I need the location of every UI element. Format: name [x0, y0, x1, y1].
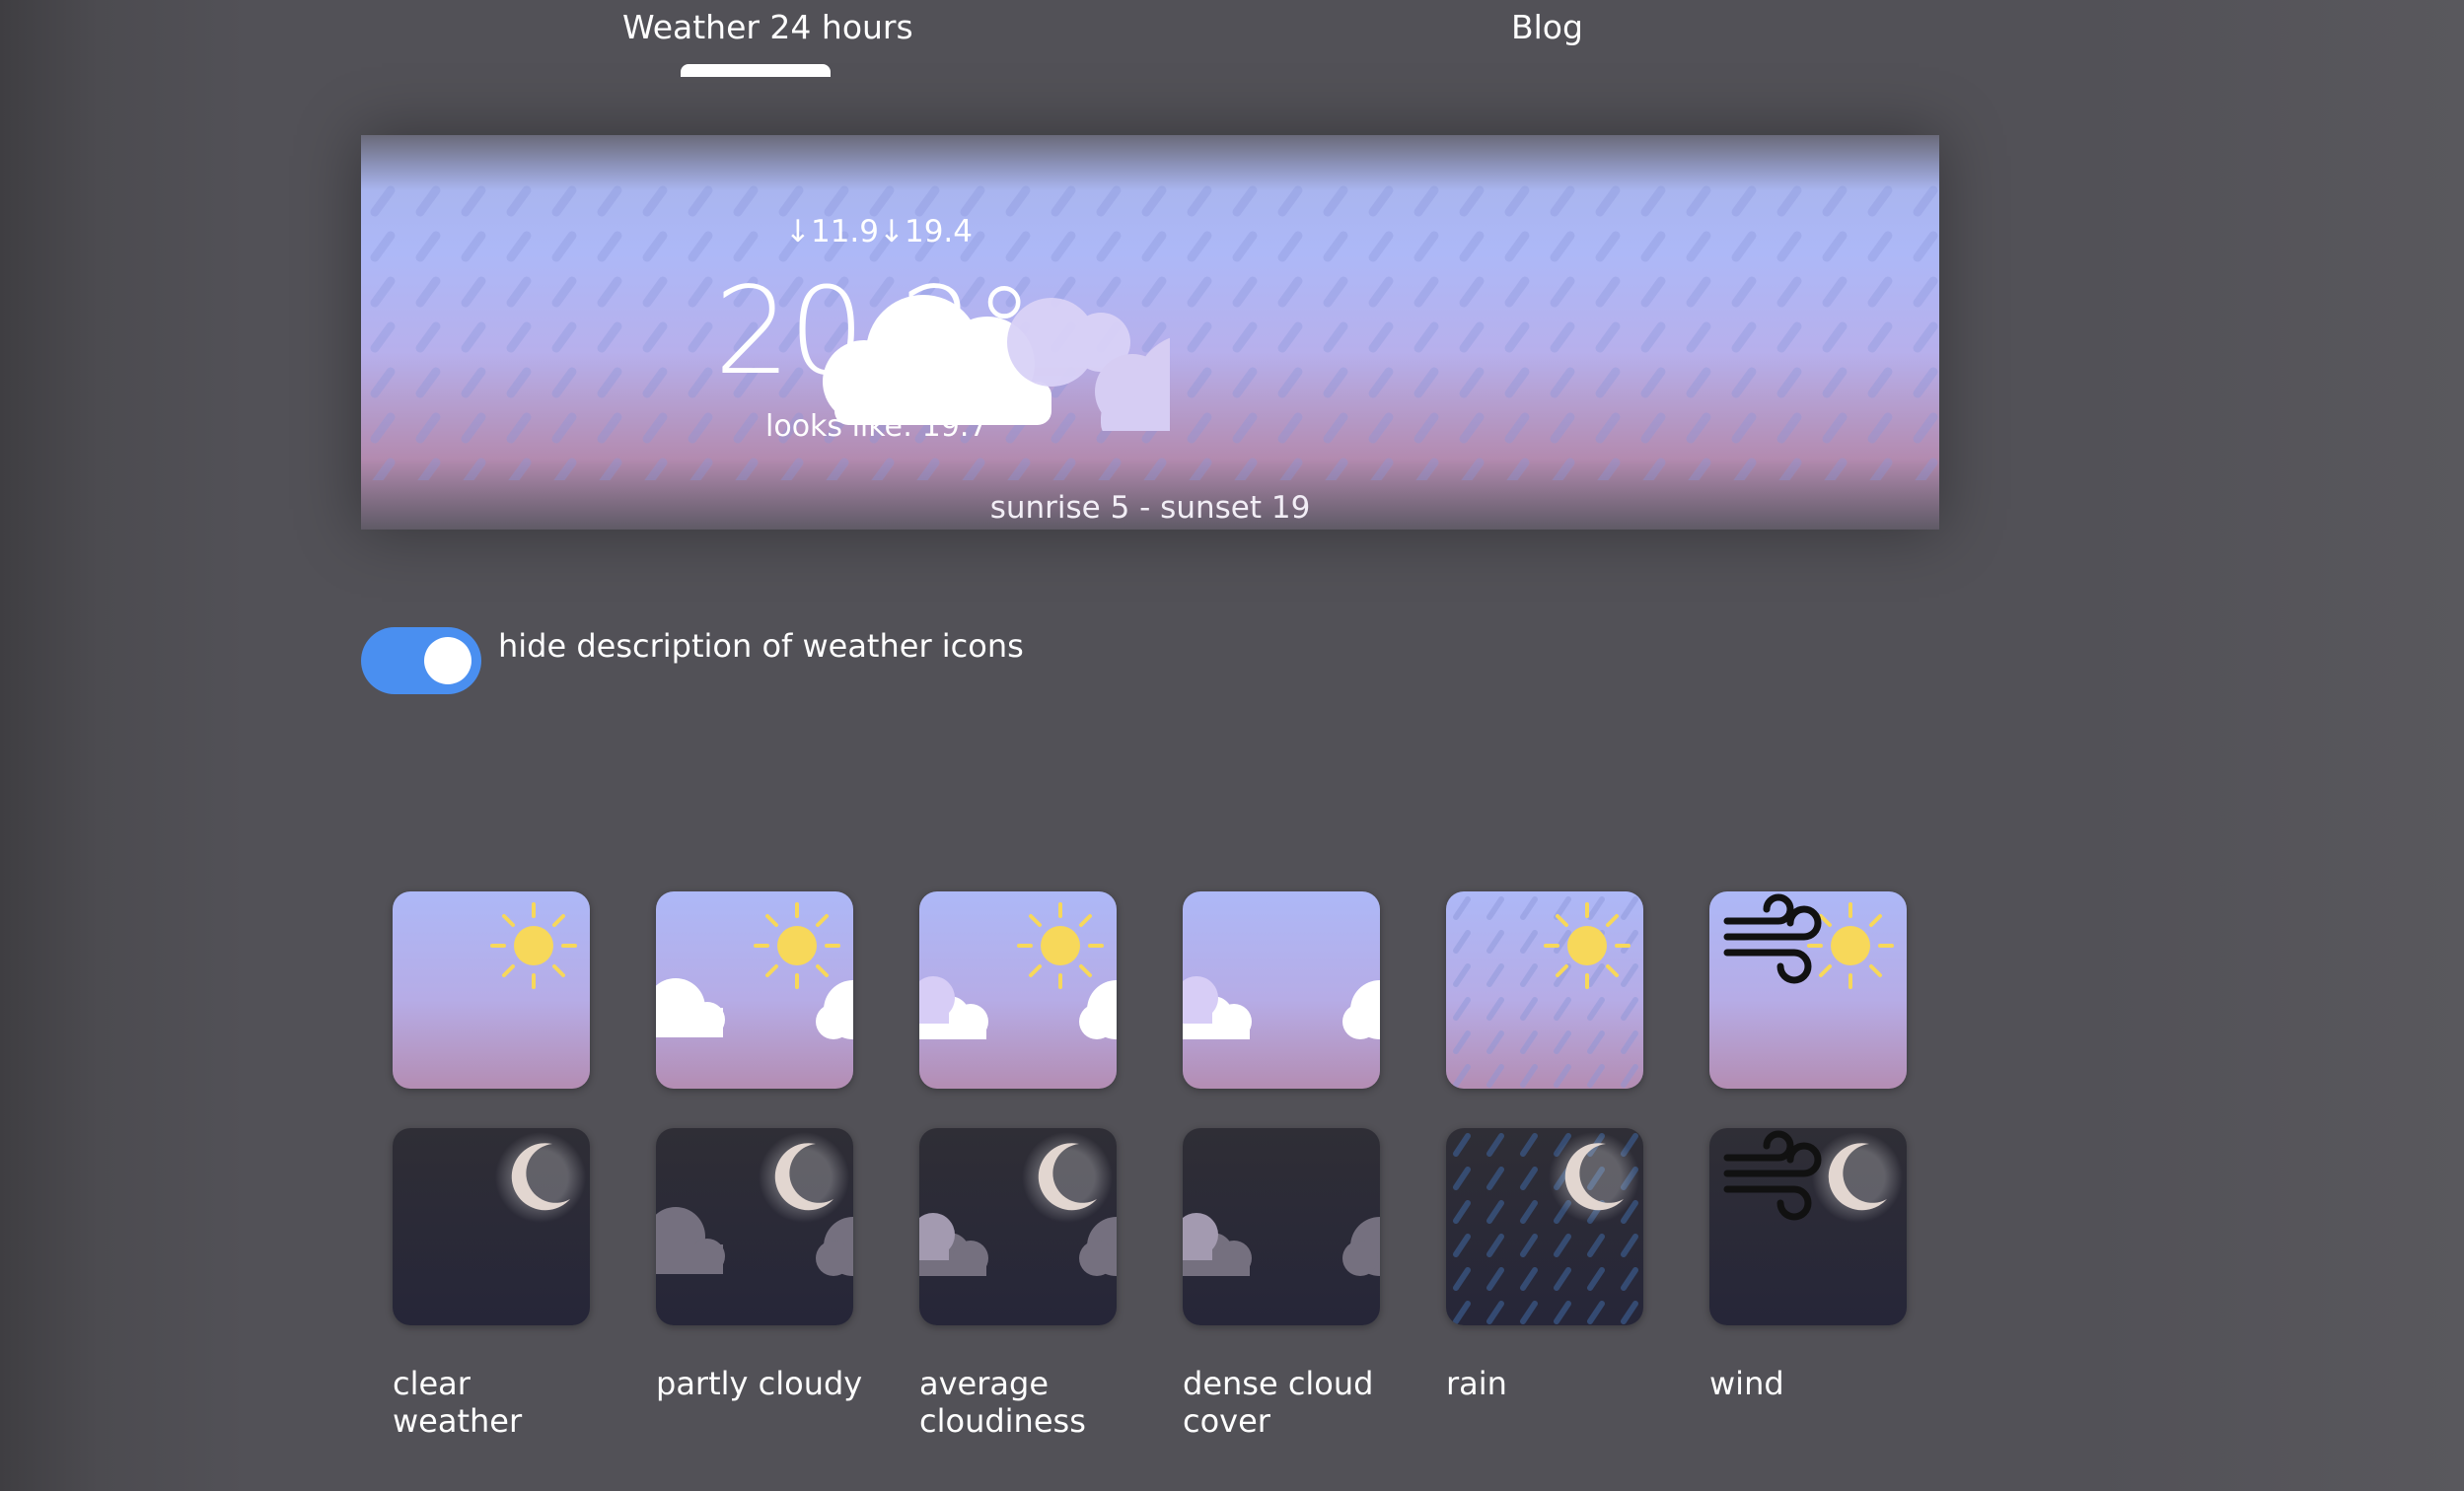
current-weather-banner: ↓11.9↓19.4 20.2° looks like: 19.7 sunris… — [361, 135, 1939, 530]
toggle-label: hide description of weather icons — [498, 627, 1024, 665]
moon-cloud-icon — [656, 1128, 853, 1325]
hide-descriptions-toggle[interactable] — [361, 627, 481, 694]
moon-clouds-icon — [919, 1128, 1117, 1325]
label-wind: wind — [1709, 1365, 1784, 1402]
moon-icon — [393, 1128, 590, 1325]
active-tab-indicator — [681, 64, 831, 77]
sun-icon — [393, 891, 590, 1089]
dense-clouds-night-icon — [1183, 1128, 1380, 1325]
sun-wind-icon — [1709, 891, 1907, 1089]
dense-clouds-icon — [1183, 891, 1380, 1089]
feels-like-temperature: looks like: 19.7 — [765, 409, 988, 444]
sun-rain-icon — [1446, 891, 1643, 1089]
moon-rain-icon — [1446, 1128, 1643, 1325]
sunrise-sunset: sunrise 5 - sunset 19 — [989, 490, 1311, 526]
temperature-range: ↓11.9↓19.4 — [785, 214, 973, 249]
tab-weather-24-hours[interactable]: Weather 24 hours — [622, 8, 913, 46]
label-clear-weather: clear weather — [393, 1365, 523, 1440]
moon-wind-icon — [1709, 1128, 1907, 1325]
tab-blog[interactable]: Blog — [1511, 8, 1583, 46]
toggle-knob — [424, 637, 471, 684]
label-rain: rain — [1446, 1365, 1507, 1402]
current-temperature: 20.2° — [714, 261, 1035, 401]
sun-clouds-icon — [919, 891, 1117, 1089]
sun-cloud-icon — [656, 891, 853, 1089]
label-average-cloudiness: average cloudiness — [919, 1365, 1086, 1440]
label-dense-cloud-cover: dense cloud cover — [1183, 1365, 1374, 1440]
label-partly-cloudy: partly cloudy — [656, 1365, 863, 1402]
